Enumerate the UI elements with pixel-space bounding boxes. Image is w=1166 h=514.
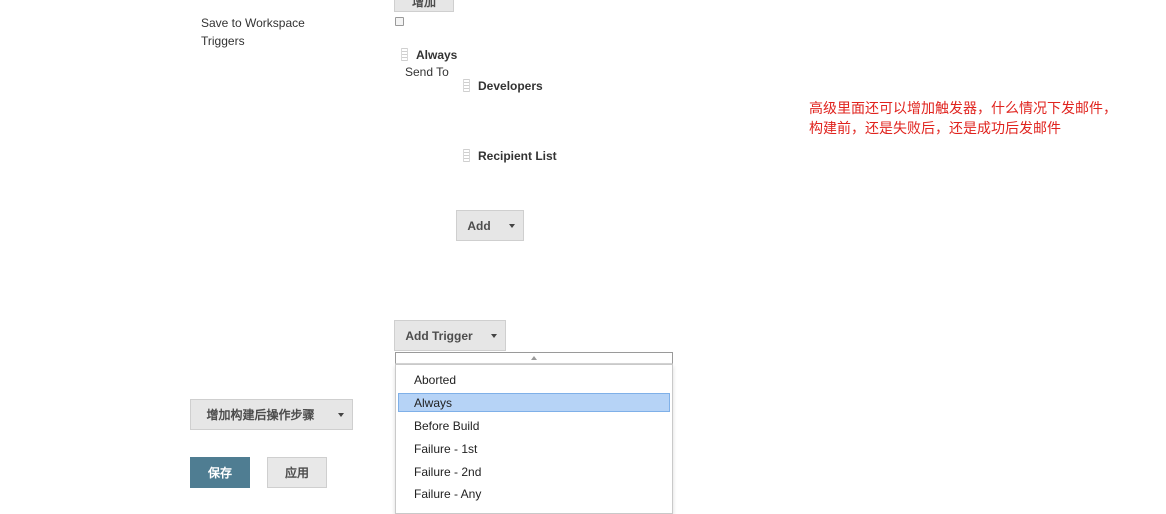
send-to-label: Send To — [405, 65, 449, 79]
apply-button[interactable]: 应用 — [267, 457, 327, 488]
dropdown-item-failure-1st[interactable]: Failure - 1st — [414, 442, 477, 456]
save-to-workspace-checkbox[interactable] — [395, 17, 404, 26]
add-recipient-button[interactable]: Add — [456, 210, 524, 241]
annotation-line-1: 高级里面还可以增加触发器，什么情况下发邮件， — [809, 101, 1117, 117]
add-button-top-label: 增加 — [411, 0, 436, 9]
add-post-build-step-label: 增加构建后操作步骤 — [206, 408, 315, 422]
annotation-note: 高级里面还可以增加触发器，什么情况下发邮件， 构建前，还是失败后，还是成功后发邮… — [809, 99, 1117, 139]
recipient-list: Recipient List — [478, 149, 557, 163]
dropdown-item-failure-2nd[interactable]: Failure - 2nd — [414, 465, 481, 479]
chevron-down-icon[interactable] — [501, 211, 523, 240]
add-trigger-button[interactable]: Add Trigger — [394, 320, 506, 351]
dropdown-item-aborted[interactable]: Aborted — [414, 373, 456, 387]
drag-handle-icon[interactable] — [463, 79, 470, 92]
dropdown-item-before-build[interactable]: Before Build — [414, 419, 479, 433]
trigger-dropdown-menu: Aborted Always Before Build Failure - 1s… — [395, 364, 673, 514]
drag-handle-icon[interactable] — [463, 149, 470, 162]
add-trigger-label: Add Trigger — [405, 328, 473, 343]
drag-handle-icon[interactable] — [401, 48, 408, 61]
apply-button-label: 应用 — [284, 466, 309, 480]
add-button-top[interactable]: 增加 — [394, 0, 454, 12]
chevron-down-icon[interactable] — [330, 400, 352, 429]
save-to-workspace-label: Save to Workspace — [201, 16, 305, 30]
chevron-down-icon[interactable] — [483, 321, 505, 350]
save-button-label: 保存 — [207, 466, 232, 480]
add-post-build-step-button[interactable]: 增加构建后操作步骤 — [190, 399, 353, 430]
triggers-label: Triggers — [201, 34, 245, 48]
add-recipient-label: Add — [467, 218, 491, 233]
save-button[interactable]: 保存 — [190, 457, 250, 488]
trigger-name: Always — [416, 48, 458, 62]
scroll-up-arrow-icon — [531, 356, 537, 360]
annotation-line-2: 构建前，还是失败后，还是成功后发邮件 — [809, 121, 1061, 137]
dropdown-scroll-up[interactable] — [395, 352, 673, 364]
dropdown-item-failure-any[interactable]: Failure - Any — [414, 487, 481, 501]
dropdown-item-always[interactable]: Always — [414, 396, 452, 410]
recipient-developers: Developers — [478, 79, 543, 93]
